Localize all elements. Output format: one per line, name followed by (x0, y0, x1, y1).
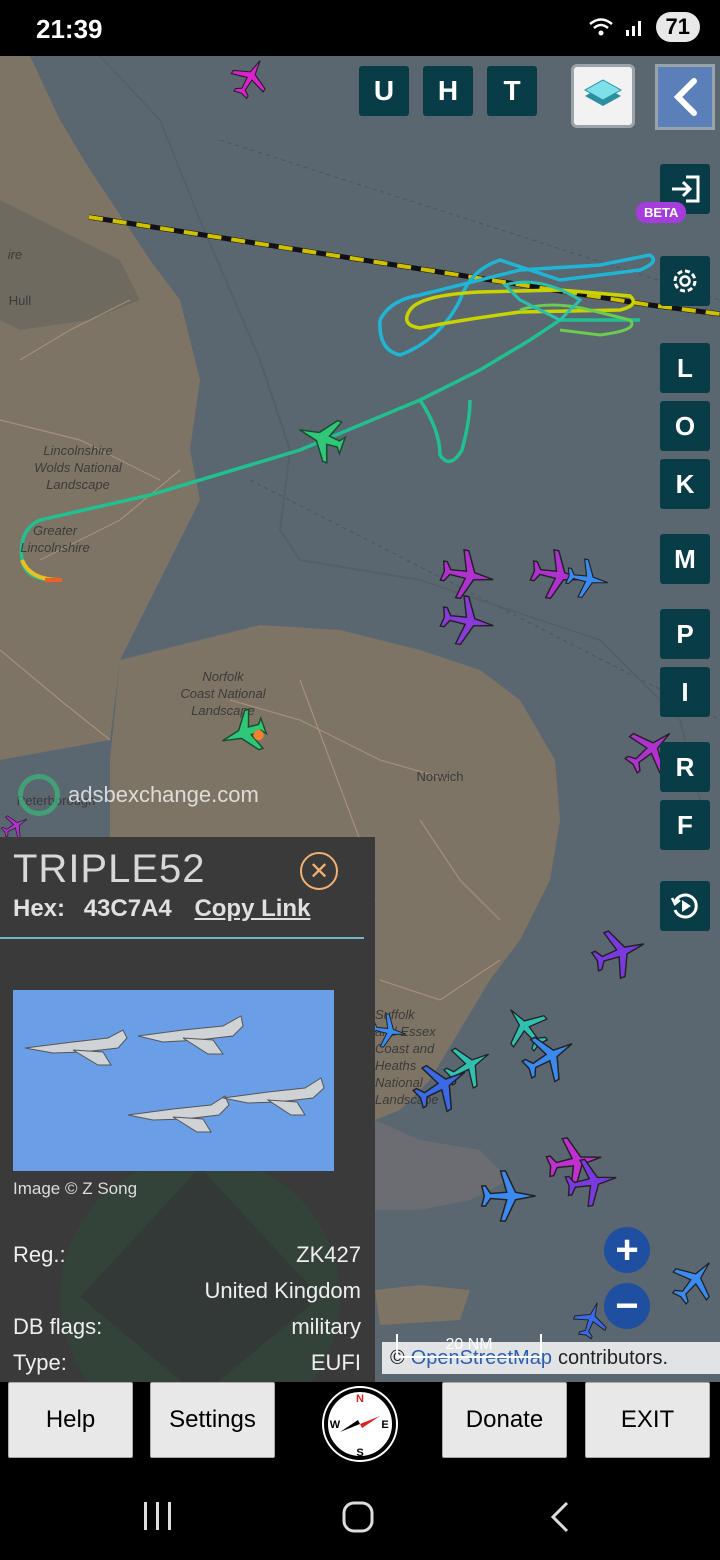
status-icons: 71 (588, 12, 700, 42)
compass-n: N (356, 1393, 364, 1405)
copy-link-button[interactable]: Copy Link (194, 895, 310, 922)
close-icon: ✕ (308, 857, 330, 885)
selected-aircraft-icon[interactable] (296, 412, 348, 464)
db-flags-row: DB flags: military (13, 1314, 361, 1340)
map-layers-button[interactable] (571, 64, 635, 128)
watermark-text: adsbexchange.com (68, 782, 259, 807)
aircraft-callsign: TRIPLE52 (13, 847, 206, 891)
hex-label: Hex: (13, 895, 66, 922)
help-button[interactable]: Help (8, 1382, 133, 1458)
type-value: EUFI (310, 1350, 361, 1375)
reg-label: Reg.: (13, 1242, 66, 1267)
aircraft-photo[interactable] (13, 990, 334, 1171)
map-label-norwich: Norwich (416, 769, 464, 784)
o-button[interactable]: O (660, 401, 710, 451)
hex-value: 43C7A4 (83, 895, 172, 922)
beta-badge: BETA (636, 202, 687, 223)
replay-button[interactable] (660, 881, 710, 931)
aircraft-icon[interactable] (560, 1154, 622, 1210)
p-button[interactable]: P (660, 609, 710, 659)
db-flags-label: DB flags: (13, 1314, 103, 1339)
signal-icon (625, 21, 641, 36)
replay-icon (670, 893, 698, 919)
k-button[interactable]: K (660, 459, 710, 509)
u-button[interactable]: U (359, 66, 409, 116)
eurofighter-photo (13, 990, 334, 1171)
aircraft-icon[interactable] (408, 1056, 474, 1116)
chevron-left-icon (673, 78, 697, 116)
exit-button[interactable]: EXIT (585, 1382, 710, 1458)
aircraft-icon[interactable] (436, 592, 498, 650)
m-button[interactable]: M (660, 534, 710, 584)
settings-button[interactable]: Settings (150, 1382, 275, 1458)
aircraft-icon[interactable] (476, 1166, 540, 1226)
attribution-suffix: contributors. (557, 1346, 669, 1369)
type-row: Type: EUFI (13, 1350, 361, 1376)
zoom-out-button[interactable]: − (604, 1283, 650, 1329)
image-credit: Image © Z Song (13, 1179, 138, 1198)
map-label-hull: Hull (8, 293, 32, 308)
aircraft-info-panel: TRIPLE52 ✕ Hex: 43C7A4 Copy Link Image ©… (0, 837, 375, 1382)
close-panel-button[interactable]: ✕ (300, 852, 338, 890)
settings-gear-button[interactable] (660, 256, 710, 306)
collapse-panel-button[interactable] (655, 64, 715, 130)
map-label-ire: ire (7, 247, 23, 262)
compass-button[interactable]: N S E W (322, 1386, 398, 1462)
reg-value: ZK427 (296, 1242, 361, 1267)
l-button[interactable]: L (660, 343, 710, 393)
reg-row: Reg.: ZK427 (13, 1242, 361, 1268)
map-label-wolds: Lincolnshire Wolds National Landscape (34, 443, 122, 492)
country-row: United Kingdom (13, 1278, 361, 1304)
panel-divider (0, 937, 364, 939)
compass-w: W (330, 1419, 341, 1431)
donate-button[interactable]: Donate (442, 1382, 567, 1458)
back-icon[interactable] (545, 1500, 575, 1534)
h-button[interactable]: H (423, 66, 473, 116)
aircraft-icon[interactable] (588, 924, 650, 982)
db-flags-value: military (291, 1314, 361, 1339)
aircraft-icon[interactable] (222, 56, 278, 100)
zoom-in-button[interactable]: + (604, 1227, 650, 1273)
status-bar: 21:39 71 (0, 0, 720, 56)
compass-icon: N S E W (324, 1388, 396, 1460)
aircraft-icon[interactable] (668, 1252, 720, 1310)
aircraft-icon[interactable] (518, 1028, 580, 1086)
compass-e: E (381, 1419, 388, 1431)
map-scale: 20 NM (396, 1334, 542, 1358)
t-button[interactable]: T (487, 66, 537, 116)
map-label-greater-lincolnshire: Greater Lincolnshire (20, 523, 90, 555)
adsbexchange-watermark: adsbexchange.com (18, 774, 259, 816)
adsbexchange-logo-icon (18, 774, 60, 816)
gear-icon (673, 269, 697, 293)
f-button[interactable]: F (660, 800, 710, 850)
type-label: Type: (13, 1350, 67, 1375)
compass-s: S (356, 1447, 363, 1459)
android-nav-bar (0, 1470, 720, 1560)
aircraft-icon[interactable] (564, 556, 610, 602)
wifi-icon (588, 18, 613, 36)
r-button[interactable]: R (660, 742, 710, 792)
home-icon[interactable] (340, 1500, 376, 1534)
aircraft-icon[interactable] (216, 708, 272, 758)
login-icon (672, 175, 700, 203)
layers-icon (583, 79, 623, 106)
country-value: United Kingdom (204, 1278, 361, 1303)
recent-apps-icon[interactable] (140, 1500, 176, 1532)
i-button[interactable]: I (660, 667, 710, 717)
hex-row: Hex: 43C7A4 Copy Link (13, 895, 310, 923)
status-time: 21:39 (36, 14, 103, 44)
battery-indicator: 71 (655, 12, 700, 42)
